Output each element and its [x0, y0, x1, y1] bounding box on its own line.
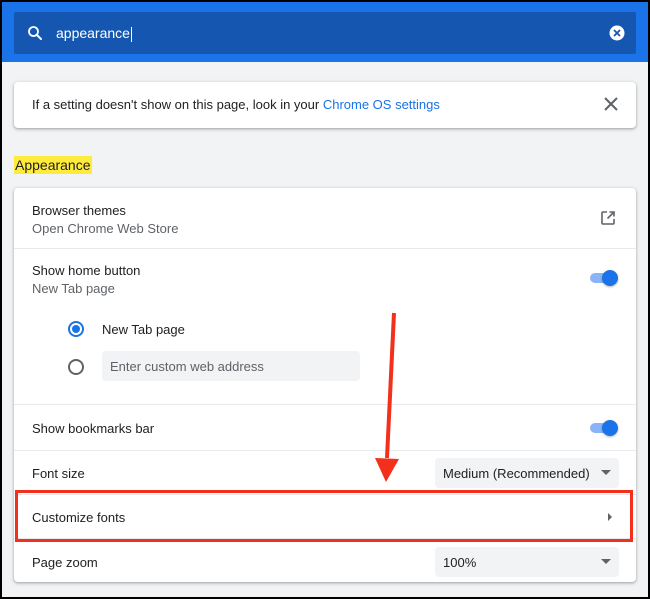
- radio-new-tab-page-label: New Tab page: [102, 322, 185, 337]
- browser-themes-sublabel: Open Chrome Web Store: [32, 221, 179, 236]
- home-button-label: Show home button: [32, 263, 141, 278]
- bookmarks-bar-row[interactable]: Show bookmarks bar: [14, 404, 636, 450]
- browser-themes-label: Browser themes: [32, 203, 126, 218]
- search-input[interactable]: appearance: [56, 12, 576, 54]
- clear-icon[interactable]: [608, 24, 626, 42]
- custom-web-address-input[interactable]: [102, 351, 360, 381]
- chevron-down-icon: [601, 470, 611, 475]
- customize-fonts-label: Customize fonts: [32, 510, 126, 525]
- search-input-value: appearance: [56, 25, 130, 41]
- page-zoom-value: 100%: [443, 555, 477, 570]
- bookmarks-bar-label: Show bookmarks bar: [32, 421, 155, 436]
- page-zoom-row: Page zoom 100%: [14, 538, 636, 582]
- search-icon: [28, 26, 42, 40]
- font-size-value: Medium (Recommended): [443, 466, 590, 481]
- font-size-select[interactable]: Medium (Recommended): [435, 458, 619, 488]
- chevron-down-icon: [601, 559, 611, 564]
- os-settings-notice: If a setting doesn't show on this page, …: [14, 82, 636, 128]
- home-button-row: Show home button New Tab page New Tab pa…: [14, 248, 636, 404]
- page-zoom-select[interactable]: 100%: [435, 547, 619, 577]
- toggle-knob: [602, 270, 618, 286]
- close-icon[interactable]: [604, 97, 618, 111]
- header-bar: appearance: [2, 2, 648, 62]
- page-zoom-label: Page zoom: [32, 555, 98, 570]
- settings-page: appearance If a setting doesn't show on …: [2, 2, 648, 597]
- search-box[interactable]: appearance: [14, 12, 636, 54]
- submenu-arrow-icon: [608, 513, 612, 521]
- open-external-icon[interactable]: [600, 210, 616, 226]
- text-cursor: [130, 26, 132, 42]
- chrome-os-settings-link[interactable]: Chrome OS settings: [323, 97, 440, 112]
- home-button-sublabel: New Tab page: [32, 281, 115, 296]
- customize-fonts-row[interactable]: Customize fonts: [14, 494, 636, 538]
- browser-themes-row[interactable]: Browser themes Open Chrome Web Store: [14, 188, 636, 248]
- notice-text: If a setting doesn't show on this page, …: [32, 97, 440, 112]
- section-title: Appearance: [14, 156, 92, 174]
- bookmarks-bar-toggle[interactable]: [588, 420, 618, 436]
- radio-custom-address[interactable]: [68, 359, 84, 375]
- radio-new-tab-page[interactable]: [68, 321, 84, 337]
- font-size-label: Font size: [32, 466, 85, 481]
- notice-message: If a setting doesn't show on this page, …: [32, 97, 323, 112]
- toggle-knob: [602, 420, 618, 436]
- home-button-toggle[interactable]: [588, 270, 618, 286]
- font-size-row: Font size Medium (Recommended): [14, 450, 636, 494]
- appearance-card: Browser themes Open Chrome Web Store Sho…: [14, 188, 636, 582]
